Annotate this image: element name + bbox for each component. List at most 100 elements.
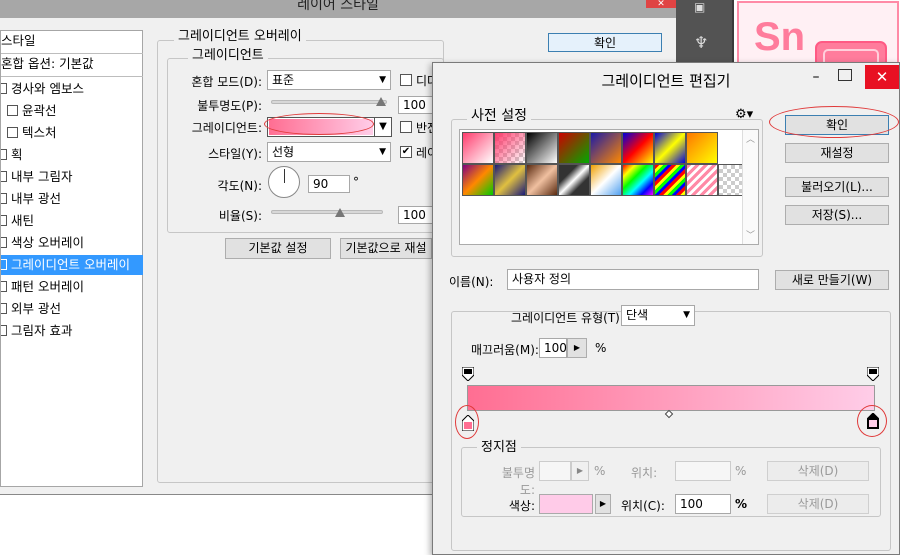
subgroup-title: 그레이디언트 (188, 44, 268, 63)
preset-swatch[interactable] (558, 132, 590, 164)
delete-color-stop-button[interactable]: 삭제(D) (767, 494, 869, 514)
preset-swatch[interactable] (654, 132, 686, 164)
style-item-texture[interactable]: 텍스처 (1, 123, 143, 143)
gear-icon[interactable]: ⚙▾ (735, 107, 753, 122)
style-item-color-overlay[interactable]: 색상 오버레이 (1, 233, 143, 253)
tool-icon[interactable]: ▣ (694, 0, 714, 14)
align-checkbox[interactable]: ✔ (400, 146, 412, 158)
close-icon[interactable]: ✕ (865, 65, 899, 89)
style-item-satin[interactable]: 새틴 (1, 211, 143, 231)
minimize-icon[interactable]: – (808, 69, 824, 85)
style-item-bevel-emboss[interactable]: 경사와 엠보스 (1, 79, 143, 99)
name-input[interactable]: 사용자 정의 (507, 269, 759, 290)
make-default-button[interactable]: 기본값 설정 (225, 238, 331, 259)
preset-swatch[interactable] (590, 164, 622, 196)
preset-swatch[interactable] (686, 132, 718, 164)
preset-swatch[interactable] (462, 164, 494, 196)
brush-icon[interactable]: ♆ (694, 33, 708, 52)
style-item-stroke[interactable]: 획 (1, 145, 143, 165)
style-item-contour[interactable]: 윤곽선 (1, 101, 143, 121)
reverse-checkbox[interactable] (400, 121, 412, 133)
divider (1, 76, 143, 77)
styles-header[interactable]: 스타일 (1, 31, 143, 51)
checkbox[interactable] (1, 325, 7, 336)
opacity-slider-thumb[interactable] (376, 97, 386, 106)
preset-swatch[interactable] (494, 164, 526, 196)
stop-color-location-input[interactable]: 100 (675, 494, 731, 514)
style-item-gradient-overlay[interactable]: 그레이디언트 오버레이 (1, 255, 143, 275)
type-label: 그레이디언트 유형(T): (511, 311, 624, 325)
opacity-input[interactable]: 100 (398, 96, 434, 114)
maximize-icon[interactable] (838, 69, 852, 81)
style-item-inner-glow[interactable]: 내부 광선 (1, 189, 143, 209)
tools-panel: ♆ ▣ (676, 0, 732, 70)
reset-default-button[interactable]: 기본값으로 재설 (340, 238, 432, 259)
preset-swatch[interactable] (622, 132, 654, 164)
reset-button[interactable]: 재설정 (785, 143, 889, 163)
stop-color-arrow-icon[interactable]: ▶ (595, 494, 611, 514)
checkbox[interactable] (1, 83, 7, 94)
style-item-pattern-overlay[interactable]: 패턴 오버레이 (1, 277, 143, 297)
opacity-stop-right[interactable] (866, 366, 880, 382)
checkbox[interactable] (1, 237, 7, 248)
preset-swatch[interactable] (462, 132, 494, 164)
ok-button[interactable]: 확인 (548, 33, 662, 52)
stop-location-input[interactable] (675, 461, 731, 481)
close-icon[interactable]: ✕ (646, 0, 676, 9)
group-title: 그레이디언트 오버레이 (174, 25, 306, 44)
opacity-slider[interactable] (271, 100, 387, 104)
opacity-stop-left[interactable] (461, 366, 475, 382)
preset-swatch[interactable] (558, 164, 590, 196)
presets-list[interactable]: ︿ ﹀ (459, 129, 759, 245)
preset-swatch[interactable] (526, 164, 558, 196)
checkbox[interactable] (1, 259, 7, 270)
scale-input[interactable]: 100 (398, 206, 434, 224)
checkbox[interactable] (1, 193, 7, 204)
load-button[interactable]: 불러오기(L)... (785, 177, 889, 197)
angle-needle (284, 169, 285, 183)
canvas-preview: Sn (732, 0, 900, 70)
type-select[interactable]: 단색 ▼ (621, 305, 695, 326)
preset-swatch[interactable] (526, 132, 558, 164)
chevron-up-icon[interactable]: ︿ (746, 132, 755, 145)
save-button[interactable]: 저장(S)... (785, 205, 889, 225)
checkbox[interactable] (1, 149, 7, 160)
angle-input[interactable]: 90 (308, 175, 350, 193)
style-item-outer-glow[interactable]: 외부 광선 (1, 299, 143, 319)
gradient-bar[interactable] (467, 385, 875, 411)
angle-dial[interactable] (268, 166, 300, 198)
delete-opacity-stop-button[interactable]: 삭제(D) (767, 461, 869, 481)
checkbox[interactable] (1, 215, 7, 226)
scale-slider-thumb[interactable] (335, 208, 345, 217)
preset-swatch[interactable] (622, 164, 654, 196)
style-item-inner-shadow[interactable]: 내부 그림자 (1, 167, 143, 187)
chevron-down-icon[interactable]: ﹀ (746, 228, 755, 241)
stop-opacity-input[interactable] (539, 461, 571, 481)
scale-slider[interactable] (271, 210, 383, 214)
smoothness-input[interactable]: 100 (539, 338, 567, 358)
checkbox[interactable] (7, 127, 18, 138)
checkbox[interactable] (1, 171, 7, 182)
checkbox[interactable] (1, 303, 7, 314)
style-item-drop-shadow[interactable]: 그림자 효과 (1, 321, 143, 341)
new-button[interactable]: 새로 만들기(W) (775, 270, 889, 290)
checkbox[interactable] (7, 105, 18, 116)
smoothness-arrow-icon[interactable]: ▶ (567, 338, 587, 358)
preset-swatch[interactable] (590, 132, 622, 164)
chevron-down-icon[interactable]: ▼ (374, 118, 391, 136)
stop-color-location-unit: % (735, 497, 748, 511)
annotation-ellipse (455, 405, 479, 439)
style-select[interactable]: 선형 ▼ (267, 142, 391, 162)
dither-checkbox[interactable] (400, 74, 412, 86)
preset-swatch[interactable] (494, 132, 526, 164)
stop-opacity-arrow-icon[interactable]: ▶ (571, 461, 589, 481)
preset-swatch[interactable] (686, 164, 718, 196)
blend-mode-select[interactable]: 표준 ▼ (267, 70, 391, 90)
blend-mode-label: 혼합 모드(D): (191, 75, 262, 89)
stop-color-swatch[interactable] (539, 494, 593, 514)
presets-scrollbar[interactable]: ︿ ﹀ (742, 130, 758, 244)
blend-options-item[interactable]: 혼합 옵션: 기본값 (1, 54, 143, 74)
stops-label: 정지점 (477, 436, 521, 455)
preset-swatch[interactable] (654, 164, 686, 196)
checkbox[interactable] (1, 281, 7, 292)
